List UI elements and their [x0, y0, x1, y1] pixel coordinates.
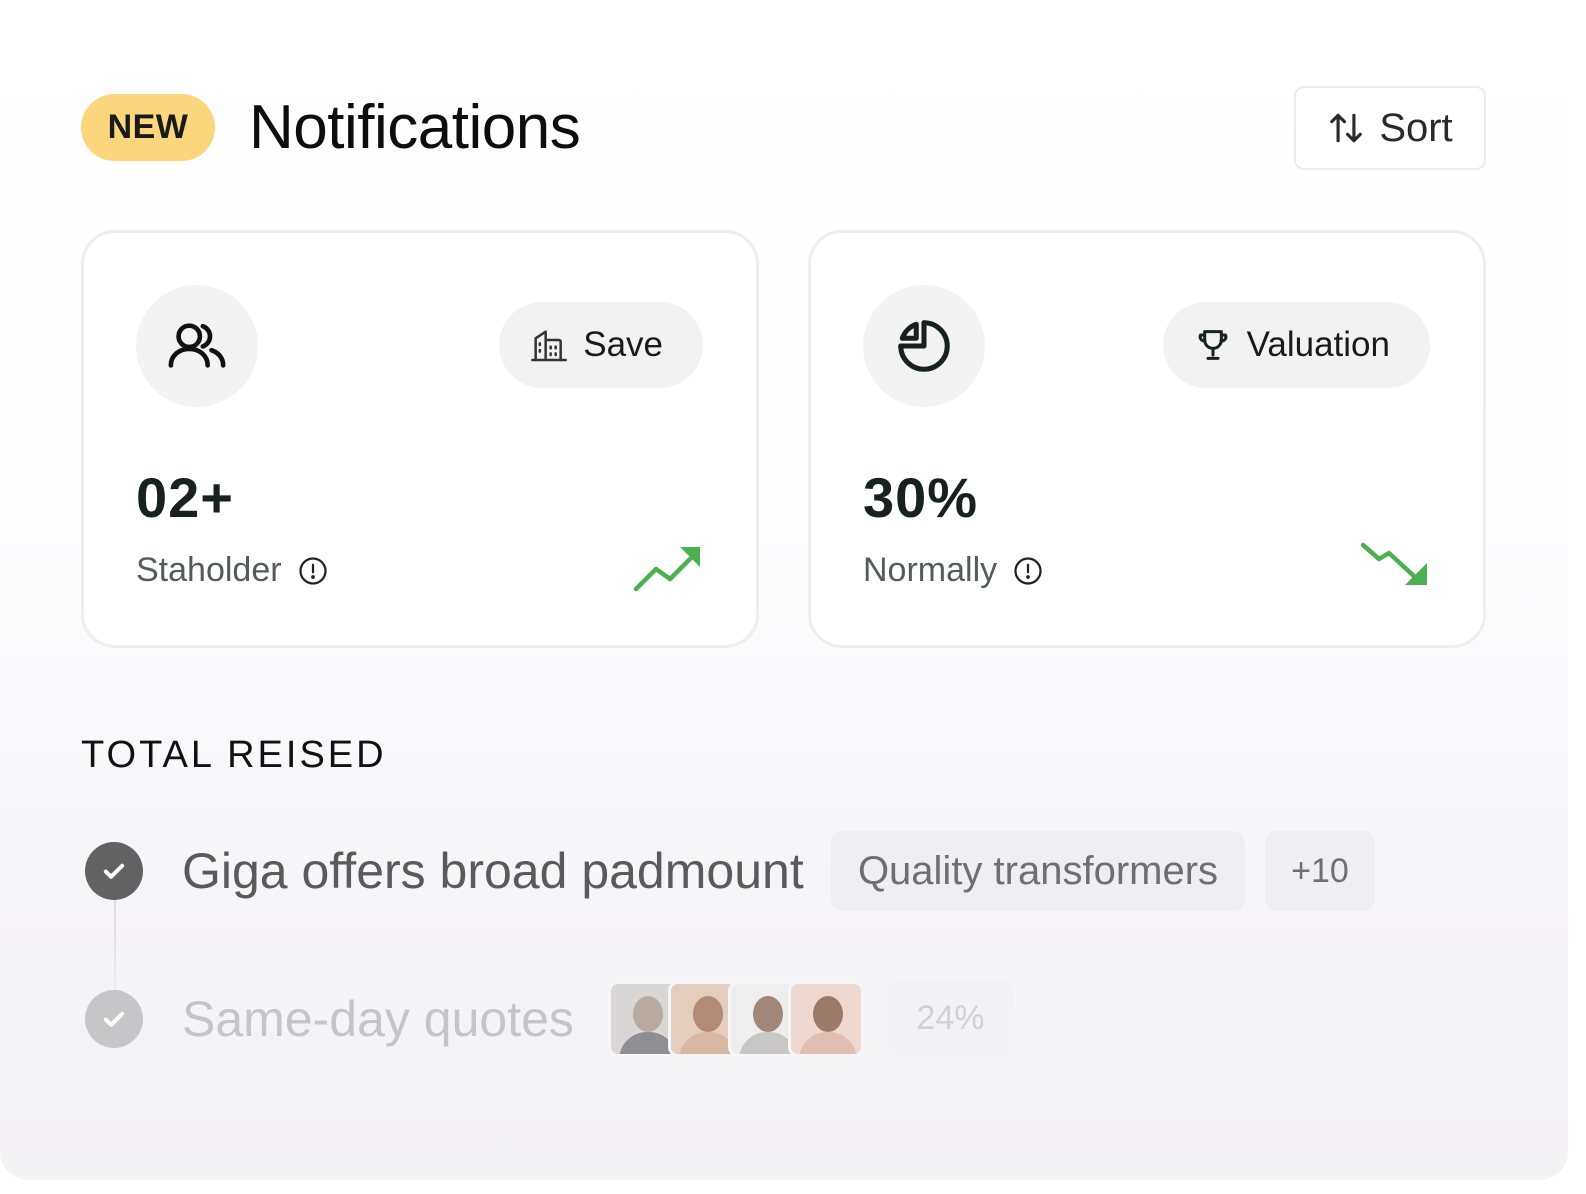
- new-badge: NEW: [81, 94, 215, 161]
- pie-chart-icon: [898, 320, 950, 372]
- trend-down-icon: [1360, 542, 1427, 585]
- card-value: 02+: [136, 466, 234, 529]
- users-icon: [168, 323, 226, 368]
- sort-label: Sort: [1379, 105, 1453, 150]
- card-label: Staholder: [136, 551, 282, 589]
- save-label: Save: [583, 325, 663, 364]
- tag-more-count[interactable]: +10: [1265, 831, 1375, 911]
- header: NEW Notifications Sort: [81, 86, 1486, 170]
- card-label-row: Normally: [863, 551, 1043, 590]
- save-button[interactable]: Save: [499, 302, 703, 388]
- valuation-label: Valuation: [1246, 325, 1390, 364]
- card-icon-container: [863, 285, 985, 407]
- percent-badge: 24%: [888, 979, 1013, 1057]
- info-icon[interactable]: [298, 556, 328, 586]
- tag-quality-transformers[interactable]: Quality transformers: [831, 831, 1245, 911]
- avatar-stack[interactable]: [608, 981, 864, 1057]
- trophy-icon: [1198, 330, 1227, 360]
- sort-button[interactable]: Sort: [1294, 86, 1486, 170]
- section-heading: TOTAL REISED: [81, 734, 387, 776]
- info-icon[interactable]: [1013, 556, 1043, 586]
- trend-up-icon: [633, 547, 700, 592]
- card-label-row: Staholder: [136, 551, 328, 590]
- card-icon-container: [136, 285, 258, 407]
- check-circle-icon[interactable]: [85, 990, 143, 1048]
- card-label: Normally: [863, 551, 998, 589]
- list-item-title[interactable]: Giga offers broad padmount: [182, 842, 804, 900]
- check-circle-icon[interactable]: [85, 842, 143, 900]
- stakeholder-card: Save 02+ Staholder: [81, 230, 759, 648]
- card-value: 30%: [863, 466, 979, 529]
- valuation-card: Valuation 30% Normally: [808, 230, 1486, 648]
- notifications-panel: NEW Notifications Sort Save 02+ Staholde…: [0, 0, 1568, 1180]
- valuation-button[interactable]: Valuation: [1162, 302, 1430, 388]
- avatar: [788, 981, 864, 1057]
- list-item-title[interactable]: Same-day quotes: [182, 990, 574, 1048]
- timeline-connector: [114, 900, 116, 992]
- building-icon: [531, 330, 568, 362]
- sort-arrows-icon: [1330, 113, 1363, 143]
- page-title: Notifications: [249, 93, 581, 162]
